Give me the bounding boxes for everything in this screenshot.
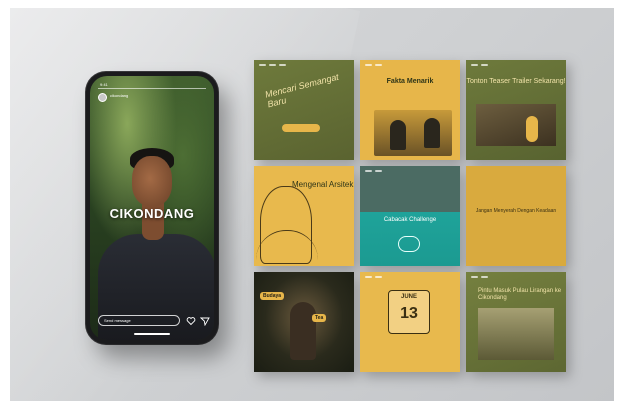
story-title: CIKONDANG bbox=[109, 206, 195, 221]
message-input[interactable]: Send message bbox=[98, 315, 180, 326]
post-pill bbox=[282, 124, 320, 132]
figure bbox=[390, 120, 406, 150]
send-icon[interactable] bbox=[200, 316, 210, 326]
post-photo bbox=[476, 104, 556, 146]
feed-grid: Mencari Semangat Baru Fakta Menarik Tont… bbox=[254, 60, 568, 372]
post-tag: Budaya bbox=[260, 292, 285, 300]
post-illustration bbox=[374, 110, 452, 156]
post-photo bbox=[478, 308, 554, 360]
post-headline: Pintu Masuk Pulau Lirangan ke Cikondang bbox=[478, 288, 562, 301]
post-jangan-menyerah[interactable]: Jangan Menyerah Dengan Keadaan bbox=[466, 166, 566, 266]
story-username[interactable]: cikondang bbox=[110, 93, 128, 98]
brand-logos bbox=[365, 276, 382, 278]
figure bbox=[424, 118, 440, 148]
avatar[interactable] bbox=[98, 93, 107, 102]
heart-icon[interactable] bbox=[186, 316, 196, 326]
post-headline: Tonton Teaser Trailer Sekarang! bbox=[466, 78, 566, 85]
post-fakta-menarik[interactable]: Fakta Menarik bbox=[360, 60, 460, 160]
post-mencari-semangat-baru[interactable]: Mencari Semangat Baru bbox=[254, 60, 354, 160]
figure bbox=[290, 302, 316, 360]
post-headline: Cabacak Challenge bbox=[383, 217, 437, 223]
calendar-month: JUNE bbox=[400, 294, 417, 300]
brand-logos bbox=[471, 276, 488, 278]
post-pintu-masuk[interactable]: Pintu Masuk Pulau Lirangan ke Cikondang bbox=[466, 272, 566, 372]
home-indicator bbox=[134, 333, 170, 335]
calendar-icon: JUNE 13 bbox=[388, 290, 430, 334]
post-tonton-teaser[interactable]: Tonton Teaser Trailer Sekarang! bbox=[466, 60, 566, 160]
post-tag: Tea bbox=[312, 314, 327, 322]
story-progress-bar bbox=[98, 88, 206, 89]
story-screen: 9:41 cikondang CIKONDANG Send message bbox=[90, 76, 214, 340]
post-budaya[interactable]: Budaya Tea bbox=[254, 272, 354, 372]
post-headline: Mengenal Arsitek bbox=[292, 180, 354, 189]
post-headline: Mencari Semangat Baru bbox=[264, 71, 340, 110]
brand-logos bbox=[259, 64, 286, 66]
post-headline: Fakta Menarik bbox=[386, 78, 434, 85]
status-time: 9:41 bbox=[100, 82, 108, 87]
post-june-13[interactable]: JUNE 13 bbox=[360, 272, 460, 372]
brand-logos bbox=[365, 64, 382, 66]
doodle-icon bbox=[398, 236, 420, 252]
brand-logos bbox=[471, 64, 488, 66]
person-head bbox=[132, 156, 172, 206]
figure bbox=[526, 116, 538, 142]
calendar-day: 13 bbox=[400, 305, 418, 322]
brand-logos bbox=[365, 170, 382, 172]
phone-mockup: 9:41 cikondang CIKONDANG Send message bbox=[86, 72, 218, 344]
post-headline: Jangan Menyerah Dengan Keadaan bbox=[475, 208, 557, 214]
mockup-background: 9:41 cikondang CIKONDANG Send message Me… bbox=[10, 8, 614, 401]
post-cabacak-challenge[interactable]: Cabacak Challenge bbox=[360, 166, 460, 266]
post-mengenal-arsitek[interactable]: Mengenal Arsitek bbox=[254, 166, 354, 266]
